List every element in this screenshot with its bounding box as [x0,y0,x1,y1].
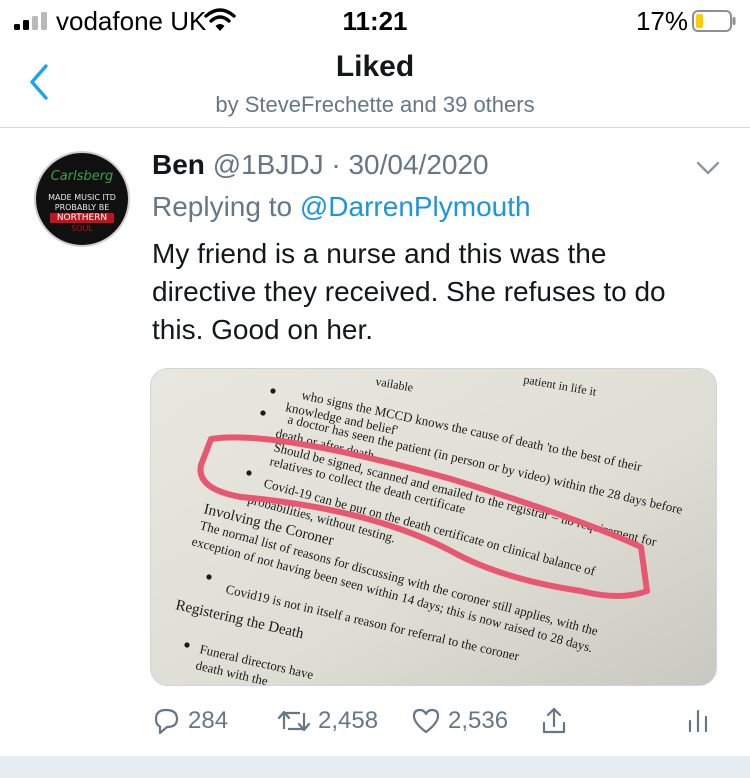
page-subtitle: by SteveFrechette and 39 others [215,92,535,117]
reply-icon [154,708,179,735]
like-button[interactable]: 2,536 [410,701,508,741]
tweet-date: 30/04/2020 [348,149,489,180]
tweet-actions: 284 2,458 2,536 [150,701,720,741]
heart-icon [412,708,440,734]
author-name[interactable]: Ben [152,149,205,180]
like-count: 2,536 [448,707,509,734]
document-bullet [260,410,266,416]
avatar-line: NORTHERN [50,213,114,223]
avatar-line: PROBABLY BE [54,203,110,212]
author-handle[interactable]: @1BJDJ [213,149,324,180]
analytics-button[interactable] [684,701,712,741]
avatar-brand: Carlsberg [50,169,114,184]
document-bullet [270,388,276,394]
reply-context: Replying to @DarrenPlymouth [152,191,531,223]
document-bullet [184,642,190,648]
analytics-icon [688,709,708,733]
separator: · [331,149,341,180]
tweet-image[interactable]: vailable patient in life it who signs the … [150,368,717,686]
retweet-icon [277,710,311,732]
retweet-button[interactable]: 2,458 [276,701,378,741]
avatar[interactable]: Carlsberg MADE MUSIC ITD PROBABLY BE NOR… [34,151,130,247]
document-bullet [246,470,252,476]
battery-icon [692,10,736,32]
tweet[interactable]: Carlsberg MADE MUSIC ITD PROBABLY BE NOR… [0,129,750,754]
reply-button[interactable]: 284 [150,701,228,741]
reply-to-link[interactable]: @DarrenPlymouth [300,191,531,222]
share-icon [542,707,566,734]
retweet-count: 2,458 [318,707,379,734]
navigation-bar: Liked by SteveFrechette and 39 others [0,42,750,128]
status-bar: vodafone UK 11:21 17% [0,0,750,42]
battery-percentage: 17% [635,6,688,36]
reply-prefix: Replying to [152,191,293,222]
page-title: Liked [335,50,415,83]
photo-of-document: vailable patient in life itwho signs the … [151,369,716,685]
share-button[interactable] [538,701,570,741]
avatar-line: SOUL [71,224,93,233]
reply-count: 284 [188,707,229,734]
bottom-divider [0,756,750,778]
avatar-line: MADE MUSIC ITD [48,193,116,202]
document-bullet [206,574,212,580]
chevron-down-icon[interactable] [696,159,720,177]
tweet-header: Ben @1BJDJ · 30/04/2020 [152,149,489,181]
tweet-text: My friend is a nurse and this was the di… [152,238,666,345]
